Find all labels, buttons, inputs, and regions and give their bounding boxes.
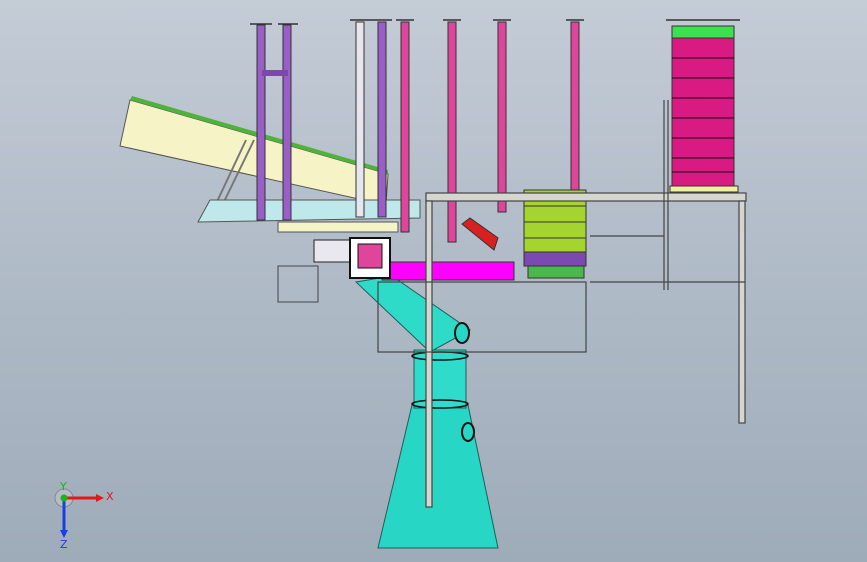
- duct-port: [454, 322, 470, 344]
- pipe-caps: [250, 19, 740, 25]
- drive-inner: [357, 243, 383, 269]
- graphics-viewport[interactable]: X Y Z: [0, 0, 867, 562]
- assembly-model[interactable]: [0, 0, 867, 562]
- axis-triad: X Y Z: [54, 480, 114, 550]
- purple-base: [523, 251, 587, 267]
- pipe-magenta-2: [447, 21, 457, 243]
- z-axis-arrow: [60, 530, 68, 538]
- x-axis-label: X: [106, 490, 114, 503]
- pipe-magenta-3: [497, 21, 507, 213]
- hopper-cone: [377, 404, 499, 549]
- pipe-magenta-1: [400, 21, 410, 233]
- conveyor-belt: [119, 99, 389, 206]
- red-chute: [461, 217, 499, 251]
- z-axis-label: Z: [60, 538, 68, 550]
- drive-bracket: [277, 265, 319, 303]
- support-deck: [197, 199, 421, 223]
- pipe-purple-2: [282, 24, 292, 221]
- y-axis-label: Y: [59, 480, 67, 493]
- pipe-magenta-4: [570, 21, 580, 193]
- x-axis-arrow: [96, 494, 104, 502]
- pipe-purple-3: [377, 21, 387, 218]
- inclined-duct: [354, 275, 471, 353]
- magenta-beam: [381, 261, 515, 281]
- bucket-stack: [671, 37, 735, 189]
- green-base: [527, 265, 585, 279]
- pipe-bracket: [262, 70, 288, 76]
- drive-motor: [313, 239, 351, 263]
- y-axis-dot: [60, 494, 68, 502]
- pipe-purple-1: [256, 24, 266, 221]
- pipe-white: [355, 21, 365, 218]
- deck-plate: [277, 221, 399, 233]
- bucket-stack-base: [669, 185, 739, 193]
- hopper-port: [461, 422, 475, 442]
- bucket-stack-cap: [671, 25, 735, 39]
